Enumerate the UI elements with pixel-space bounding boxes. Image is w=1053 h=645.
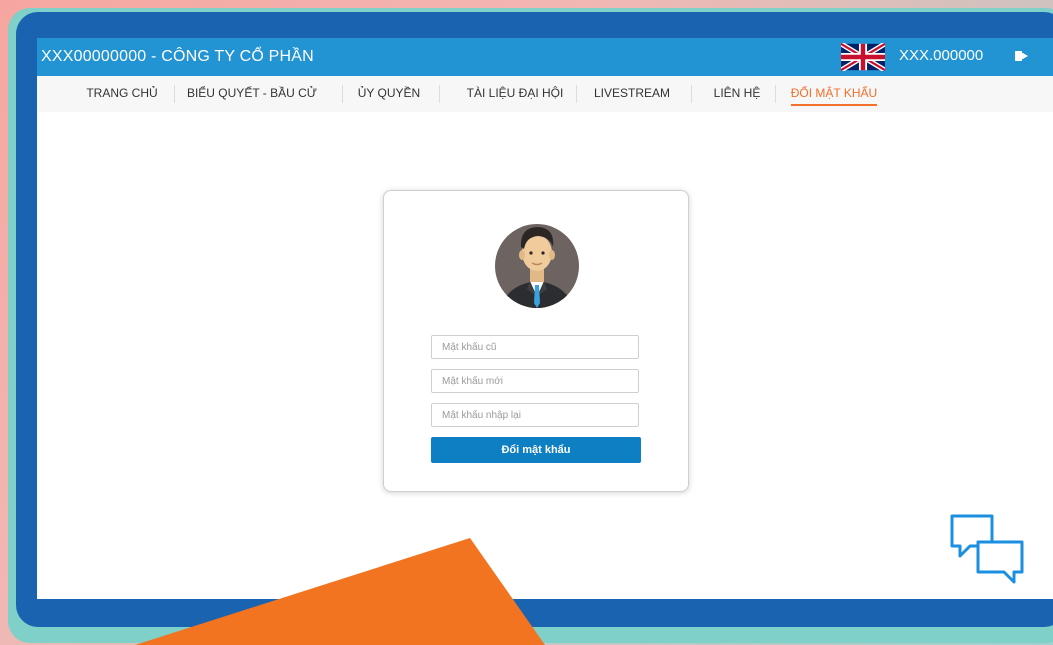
change-password-button[interactable]: Đổi mật khẩu (431, 437, 641, 463)
uk-flag-icon[interactable] (841, 43, 885, 71)
nav-divider (691, 85, 692, 103)
nav-divider (174, 85, 175, 103)
nav-item-documents[interactable]: TÀI LIỆU ĐẠI HỘI (445, 76, 585, 112)
nav-item-label: LIVESTREAM (593, 86, 671, 100)
change-password-card: Đổi mật khẩu (383, 190, 689, 492)
top-bar: XXX00000000 - CÔNG TY CỔ PHẦN XXX.000000 (37, 38, 1053, 76)
nav-item-change-password[interactable]: ĐỔI MẬT KHẨU (780, 76, 888, 112)
nav-divider (775, 85, 776, 103)
confirm-password-input[interactable] (431, 403, 639, 427)
nav-item-label: TRANG CHỦ (86, 86, 158, 100)
nav-item-proxy[interactable]: ỦY QUYỀN (349, 76, 429, 112)
app-screen: XXX00000000 - CÔNG TY CỔ PHẦN XXX.000000… (37, 38, 1053, 599)
nav-item-label: LIÊN HỆ (713, 86, 761, 100)
nav-item-home[interactable]: TRANG CHỦ (75, 76, 169, 112)
nav-item-label: TÀI LIỆU ĐẠI HỘI (466, 86, 564, 100)
nav-item-label: ỦY QUYỀN (357, 86, 421, 100)
nav-divider (576, 85, 577, 103)
nav-divider (342, 85, 343, 103)
nav-item-label: ĐỔI MẬT KHẨU (790, 86, 878, 106)
nav-divider (439, 85, 440, 103)
nav-item-vote-elect[interactable]: BIỂU QUYẾT - BẦU CỬ (177, 76, 327, 112)
nav-item-contact[interactable]: LIÊN HỆ (696, 76, 778, 112)
chat-bubbles-icon[interactable] (948, 512, 1026, 588)
page-title: XXX00000000 - CÔNG TY CỔ PHẦN (41, 48, 314, 65)
user-code: XXX.000000 (899, 47, 984, 64)
old-password-input[interactable] (431, 335, 639, 359)
main-nav: TRANG CHỦ BIỂU QUYẾT - BẦU CỬ ỦY QUYỀN T… (37, 76, 1053, 112)
nav-item-livestream[interactable]: LIVESTREAM (582, 76, 682, 112)
user-avatar-icon (495, 224, 579, 308)
nav-item-label: BIỂU QUYẾT - BẦU CỬ (186, 86, 318, 100)
logout-icon[interactable] (1013, 46, 1031, 66)
new-password-input[interactable] (431, 369, 639, 393)
